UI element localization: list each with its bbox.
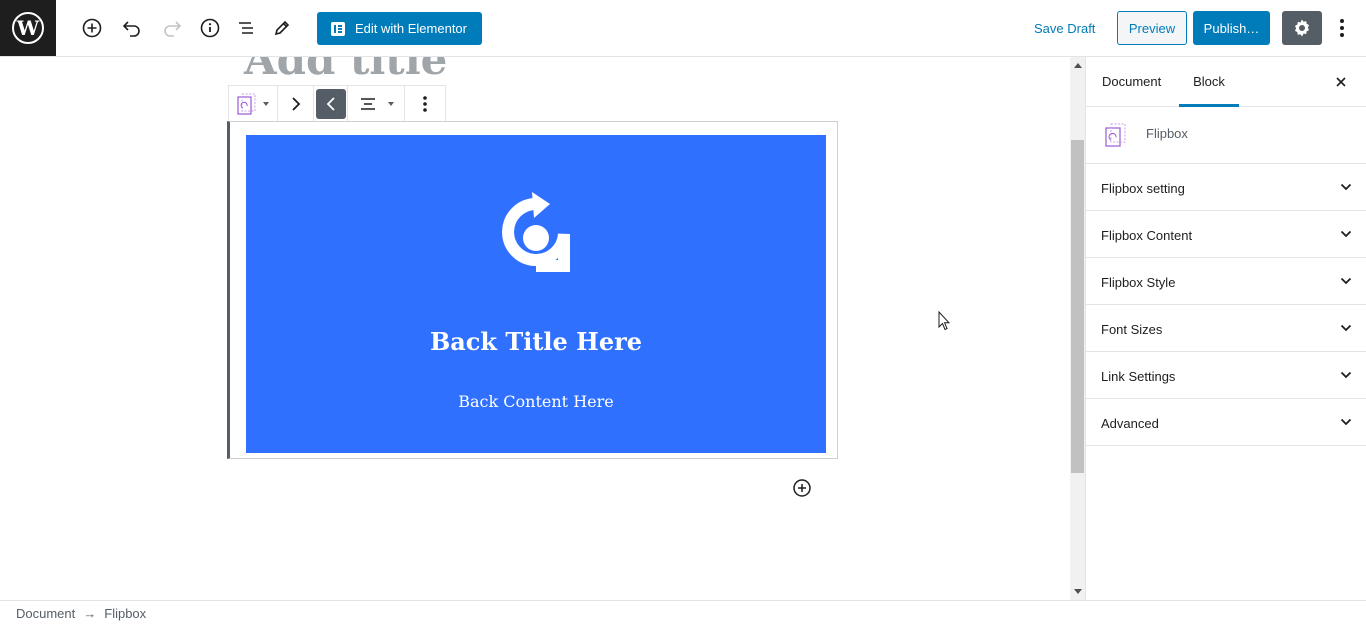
panel-label: Advanced — [1101, 416, 1159, 431]
panel-flipbox-style[interactable]: Flipbox Style — [1086, 258, 1366, 305]
chevron-down-icon — [1340, 230, 1352, 238]
breadcrumb-current: Flipbox — [104, 605, 147, 621]
block-more-options-button[interactable] — [405, 86, 445, 121]
flipbox-block-icon — [1104, 122, 1128, 153]
panel-advanced[interactable]: Advanced — [1086, 399, 1366, 446]
panel-label: Flipbox Style — [1101, 275, 1176, 290]
panel-flipbox-content[interactable]: Flipbox Content — [1086, 211, 1366, 258]
tab-document[interactable]: Document — [1102, 57, 1161, 107]
wordpress-icon: W — [12, 12, 44, 44]
chevron-down-icon — [1340, 183, 1352, 191]
chevron-down-icon — [1340, 418, 1352, 426]
edit-with-elementor-button[interactable]: Edit with Elementor — [317, 12, 482, 45]
chevron-down-icon — [1340, 371, 1352, 379]
sidebar-tabs: Document Block — [1086, 57, 1366, 107]
scroll-down-icon[interactable] — [1074, 589, 1082, 594]
flip-back-button[interactable] — [314, 86, 348, 121]
chevron-down-icon — [1340, 324, 1352, 332]
gear-icon — [1295, 19, 1309, 37]
panel-label: Font Sizes — [1101, 322, 1163, 337]
panel-label: Flipbox setting — [1101, 181, 1185, 196]
flipbox-back-content[interactable]: Back Content Here — [246, 392, 826, 411]
flip-forward-button[interactable] — [278, 86, 314, 121]
more-menu-button[interactable] — [1330, 14, 1354, 42]
close-icon — [1336, 77, 1346, 87]
close-sidebar-button[interactable] — [1332, 73, 1350, 91]
breadcrumb: Document → Flipbox — [0, 600, 1366, 625]
scroll-up-icon[interactable] — [1074, 63, 1082, 68]
rotate-icon — [502, 192, 570, 272]
chevron-right-icon — [291, 96, 300, 111]
flipbox-block[interactable]: Back Title Here Back Content Here — [227, 121, 838, 459]
vertical-ellipsis-icon — [423, 95, 427, 112]
flipbox-block-icon — [237, 93, 256, 115]
panel-label: Flipbox Content — [1101, 228, 1193, 243]
plus-circle-icon — [82, 18, 102, 38]
tools-button[interactable] — [268, 14, 296, 42]
tab-block[interactable]: Block — [1179, 57, 1239, 107]
chevron-down-icon — [1340, 277, 1352, 285]
flip-back-active-bg — [315, 88, 346, 119]
elementor-icon — [331, 21, 345, 36]
breadcrumb-separator: → — [83, 605, 97, 621]
pencil-icon — [274, 20, 290, 36]
alignment-dropdown[interactable] — [348, 86, 405, 121]
align-center-icon — [361, 97, 375, 110]
panel-font-sizes[interactable]: Font Sizes — [1086, 305, 1366, 352]
info-icon — [200, 18, 220, 38]
post-title-input[interactable]: Add title — [244, 57, 447, 84]
inserter-button[interactable] — [791, 477, 813, 499]
wordpress-logo-button[interactable]: W — [0, 0, 56, 56]
plus-circle-icon — [793, 479, 811, 497]
mouse-cursor-icon — [938, 311, 950, 331]
block-card-title: Flipbox — [1146, 126, 1188, 141]
flipbox-back-side: Back Title Here Back Content Here — [246, 135, 826, 453]
add-block-button[interactable] — [78, 14, 106, 42]
block-switcher[interactable] — [229, 86, 278, 121]
block-navigation-button[interactable] — [232, 14, 260, 42]
undo-icon — [122, 21, 140, 37]
chevron-left-icon — [326, 96, 335, 111]
panel-label: Link Settings — [1101, 369, 1176, 384]
redo-icon — [164, 21, 182, 37]
redo-button[interactable] — [158, 14, 186, 42]
breadcrumb-document[interactable]: Document — [16, 606, 75, 621]
preview-button[interactable]: Preview — [1117, 11, 1187, 45]
scrollbar-thumb[interactable] — [1071, 140, 1084, 473]
svg-text:W: W — [16, 16, 40, 40]
settings-sidebar: Document Block Flipbox Flipbox setting F… — [1085, 57, 1366, 600]
block-toolbar — [228, 85, 446, 122]
chevron-down-icon — [263, 101, 269, 106]
vertical-ellipsis-icon — [1340, 19, 1344, 37]
undo-button[interactable] — [118, 14, 146, 42]
list-icon — [239, 22, 253, 34]
editor-canvas: Add title Back Title Here Back Content H… — [0, 57, 1070, 600]
chevron-down-icon — [388, 101, 394, 106]
panel-flipbox-setting[interactable]: Flipbox setting — [1086, 164, 1366, 211]
content-info-button[interactable] — [196, 14, 224, 42]
publish-button[interactable]: Publish… — [1193, 11, 1270, 45]
flipbox-back-title[interactable]: Back Title Here — [246, 327, 826, 356]
block-card: Flipbox — [1086, 107, 1366, 164]
settings-button[interactable] — [1282, 11, 1322, 45]
edit-with-elementor-label: Edit with Elementor — [355, 21, 467, 36]
panel-link-settings[interactable]: Link Settings — [1086, 352, 1366, 399]
save-draft-button[interactable]: Save Draft — [1034, 21, 1095, 36]
editor-scrollbar[interactable] — [1070, 57, 1085, 600]
editor-header: W Edit with Elementor Save Draft Preview… — [0, 0, 1366, 57]
